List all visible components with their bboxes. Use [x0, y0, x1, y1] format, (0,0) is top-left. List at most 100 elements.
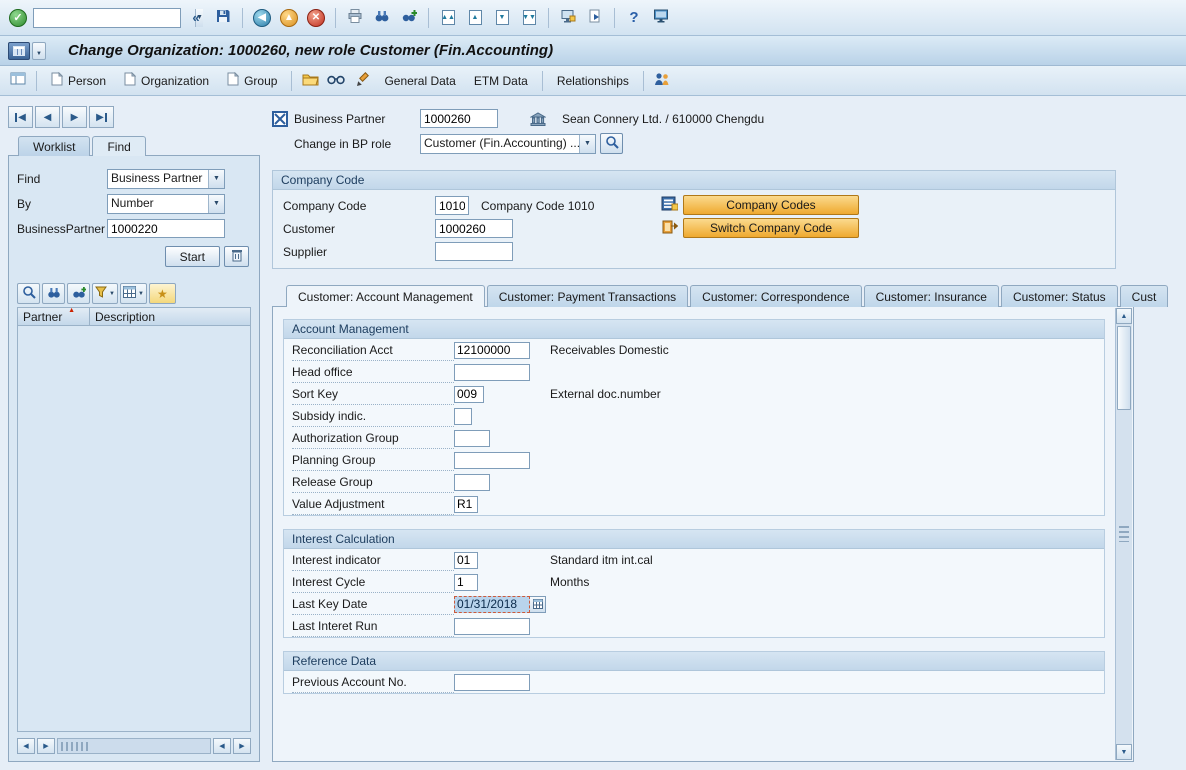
bp-detail-panel: Business Partner Sean Connery Ltd. / 610…: [272, 106, 1186, 762]
authorization-group-input[interactable]: [454, 429, 490, 447]
next-page-button[interactable]: ▼: [490, 6, 514, 30]
value-adjustment-label: Value Adjustment: [292, 493, 454, 515]
window-menu-dropdown-icon[interactable]: ▼: [32, 41, 46, 60]
previous-account-no-input[interactable]: [454, 673, 530, 691]
splitter-grip[interactable]: [1119, 526, 1129, 542]
command-field[interactable]: ▼: [33, 7, 203, 28]
window-menu-icon[interactable]: [8, 41, 30, 60]
business-partner-row: Business Partner Sean Connery Ltd. / 610…: [272, 106, 1186, 131]
result-list[interactable]: [17, 326, 251, 732]
filter-button[interactable]: ▼: [92, 283, 118, 304]
last-page-button[interactable]: ▼▼: [517, 6, 541, 30]
business-partner-search-input[interactable]: [107, 219, 225, 238]
interest-cycle-input[interactable]: [454, 573, 478, 591]
reconciliation-acct-input[interactable]: [454, 341, 530, 359]
exit-button[interactable]: ▲: [277, 6, 301, 30]
chevron-down-icon[interactable]: ▼: [579, 134, 595, 153]
general-data-button[interactable]: General Data: [376, 70, 463, 92]
by-select[interactable]: Number ▼: [107, 193, 225, 214]
company-code-input[interactable]: [435, 196, 469, 215]
tab-correspondence[interactable]: Customer: Correspondence: [690, 285, 862, 307]
chevron-down-icon[interactable]: ▼: [208, 194, 224, 213]
person-button[interactable]: Person: [43, 70, 114, 92]
interest-calculation-group: Interest Calculation Interest indicator …: [283, 529, 1105, 638]
interest-indicator-input[interactable]: [454, 551, 478, 569]
collapse-command-button[interactable]: «: [184, 6, 208, 30]
relationships-button[interactable]: Relationships: [549, 70, 637, 92]
find-button[interactable]: [370, 6, 394, 30]
scroll-left-icon[interactable]: ◀: [17, 738, 35, 754]
find-in-list-button[interactable]: [42, 283, 65, 304]
last-interest-run-input[interactable]: [454, 617, 530, 635]
scroll-right-icon[interactable]: ▶: [37, 738, 55, 754]
layout-button[interactable]: ▼: [119, 283, 147, 304]
open-bp-button[interactable]: [298, 69, 322, 93]
subsidy-indic-input[interactable]: [454, 407, 472, 425]
locator-toggle-button[interactable]: [6, 69, 30, 93]
clear-button[interactable]: [224, 246, 249, 267]
display-change-button[interactable]: [324, 69, 348, 93]
start-button[interactable]: Start: [164, 246, 220, 267]
find-type-select[interactable]: Business Partner ▼: [107, 168, 225, 189]
sort-key-input[interactable]: [454, 385, 484, 403]
first-record-button[interactable]: ◀: [8, 106, 33, 128]
tab-account-management[interactable]: Customer: Account Management: [286, 285, 485, 307]
create-shortcut-button[interactable]: [583, 6, 607, 30]
scrollbar-track[interactable]: [57, 738, 211, 754]
supplier-input[interactable]: [435, 242, 513, 261]
favorites-button[interactable]: ★: [148, 283, 176, 304]
head-office-input[interactable]: [454, 363, 530, 381]
back-button[interactable]: ◀: [250, 6, 274, 30]
tab-find[interactable]: Find: [92, 136, 146, 156]
scroll-up-icon[interactable]: ▲: [1116, 308, 1132, 324]
etm-data-button[interactable]: ETM Data: [466, 70, 536, 92]
value-adjustment-input[interactable]: [454, 495, 478, 513]
new-session-button[interactable]: [556, 6, 580, 30]
find-next-in-list-button[interactable]: [67, 283, 90, 304]
save-button[interactable]: [211, 6, 235, 30]
scrollbar-grip[interactable]: [61, 741, 89, 751]
previous-page-button[interactable]: ▲: [463, 6, 487, 30]
description-column-header[interactable]: Description: [90, 308, 250, 325]
previous-record-button[interactable]: ◀: [35, 106, 60, 128]
print-button[interactable]: [343, 6, 367, 30]
last-key-date-input[interactable]: [454, 595, 530, 613]
company-codes-button[interactable]: Company Codes: [683, 195, 859, 215]
change-documents-button[interactable]: [350, 69, 374, 93]
tab-status[interactable]: Customer: Status: [1000, 285, 1118, 307]
tab-insurance[interactable]: Customer: Insurance: [863, 285, 999, 307]
search-button[interactable]: [17, 283, 40, 304]
enter-button[interactable]: ✓: [6, 6, 30, 30]
command-input[interactable]: [34, 8, 195, 27]
tab-cut-off[interactable]: Cust: [1119, 285, 1169, 307]
chevron-down-icon[interactable]: ▼: [208, 169, 224, 188]
help-button[interactable]: ?: [622, 6, 646, 30]
content-vertical-scrollbar[interactable]: ▲ ▼: [1115, 308, 1132, 760]
partner-relationships-button[interactable]: [650, 69, 674, 93]
next-record-button[interactable]: ▶: [62, 106, 87, 128]
customize-layout-button[interactable]: [649, 6, 673, 30]
scrollbar-thumb[interactable]: [1117, 326, 1131, 410]
organization-button[interactable]: Organization: [116, 70, 217, 92]
scroll-left-icon[interactable]: ◀: [213, 738, 231, 754]
business-partner-input[interactable]: [420, 109, 498, 128]
cancel-button[interactable]: ✕: [304, 6, 328, 30]
tab-payment-transactions[interactable]: Customer: Payment Transactions: [486, 285, 689, 307]
planning-group-input[interactable]: [454, 451, 530, 469]
find-next-button[interactable]: [397, 6, 421, 30]
switch-company-code-button[interactable]: Switch Company Code: [683, 218, 859, 238]
tab-worklist[interactable]: Worklist: [18, 136, 91, 156]
supplier-label: Supplier: [283, 244, 328, 259]
last-record-button[interactable]: ▶: [89, 106, 114, 128]
release-group-input[interactable]: [454, 473, 490, 491]
first-page-button[interactable]: ▲▲: [436, 6, 460, 30]
scroll-right-icon[interactable]: ▶: [233, 738, 251, 754]
scroll-down-icon[interactable]: ▼: [1116, 744, 1132, 760]
toolbar-separator: [36, 70, 37, 91]
role-search-button[interactable]: [600, 133, 623, 154]
group-button[interactable]: Group: [219, 70, 285, 92]
partner-column-header[interactable]: Partner ▲: [18, 307, 90, 325]
calendar-icon[interactable]: [530, 595, 546, 613]
bp-role-select[interactable]: Customer (Fin.Accounting) ... ▼: [420, 133, 596, 154]
customer-input[interactable]: [435, 219, 513, 238]
